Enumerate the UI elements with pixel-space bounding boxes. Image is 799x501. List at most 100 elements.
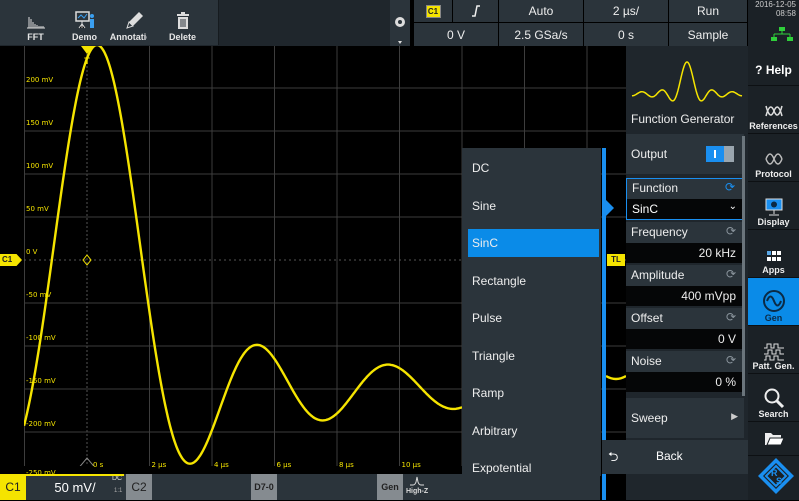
back-button[interactable]: ⮌ Back bbox=[602, 440, 748, 474]
protocol-icon bbox=[764, 153, 783, 165]
pencil-icon bbox=[125, 12, 143, 29]
trash-icon bbox=[176, 12, 189, 29]
function-select[interactable]: SinC ⌄ bbox=[627, 199, 743, 219]
apps-icon bbox=[766, 251, 781, 261]
search-icon bbox=[764, 388, 784, 409]
frequency-input[interactable]: 20 kHz bbox=[626, 243, 742, 263]
side-item-pattern-gen[interactable]: Patt. Gen. bbox=[748, 326, 799, 374]
chevron-down-icon: ⌄ bbox=[728, 201, 737, 212]
function-generator-panel: Function Generator Output Function ⟳ Sin… bbox=[602, 46, 748, 500]
x-axis-label: 8 µs bbox=[339, 461, 354, 469]
amplitude-row: Amplitude ⟳ bbox=[626, 265, 744, 287]
help-icon: ? bbox=[755, 63, 763, 77]
frequency-label: Frequency bbox=[631, 225, 688, 239]
channel-marker-c1[interactable]: C1 bbox=[0, 254, 22, 266]
run-state[interactable]: Run bbox=[669, 0, 747, 22]
amplitude-label: Amplitude bbox=[631, 268, 685, 282]
demo-icon bbox=[74, 11, 94, 29]
time-offset[interactable]: 0 s bbox=[584, 23, 668, 46]
delete-label: Delete bbox=[168, 32, 196, 42]
references-label: References bbox=[749, 121, 798, 131]
channel-bar: C1 50 mV/ DC 1:1 C2 D7-0 Gen High-Z bbox=[0, 474, 600, 500]
settings-button[interactable] bbox=[390, 0, 410, 46]
noise-label: Noise bbox=[631, 354, 662, 368]
dropdown-option-sinc[interactable]: SinC bbox=[468, 229, 599, 257]
c1-tab[interactable]: C1 bbox=[0, 474, 26, 500]
dropdown-option-sine[interactable]: Sine bbox=[468, 192, 599, 220]
date-time: 2016-12-05 08:58 bbox=[748, 0, 799, 46]
delete-button[interactable]: Delete bbox=[147, 0, 219, 45]
x-axis-label: 4 µs bbox=[214, 461, 229, 469]
dropdown-pointer-icon bbox=[606, 200, 614, 216]
status-header: C1 Auto 2 µs/ Run 0 V 2.5 GSa/s 0 s Samp… bbox=[414, 0, 747, 46]
side-item-references[interactable]: References bbox=[748, 86, 799, 134]
display-label: Display bbox=[757, 217, 790, 227]
sample-rate[interactable]: 2.5 GSa/s bbox=[499, 23, 583, 46]
panel-scrollbar[interactable] bbox=[742, 136, 745, 396]
dropdown-option-ramp[interactable]: Ramp bbox=[468, 379, 599, 407]
function-field[interactable]: Function ⟳ SinC ⌄ bbox=[626, 178, 744, 220]
output-toggle[interactable] bbox=[706, 146, 734, 162]
dropdown-option-triangle[interactable]: Triangle bbox=[468, 342, 599, 370]
sine-icon bbox=[762, 290, 785, 312]
gen-tab[interactable]: Gen bbox=[377, 474, 403, 500]
trigger-marker: T bbox=[84, 56, 90, 66]
reset-icon[interactable]: ⟳ bbox=[726, 267, 736, 281]
trigger-source[interactable]: C1 bbox=[414, 0, 452, 22]
sinc-mini-icon bbox=[410, 476, 424, 486]
noise-input[interactable]: 0 % bbox=[626, 372, 742, 392]
pattern-icon bbox=[763, 343, 784, 361]
acquisition-mode[interactable]: Sample bbox=[669, 23, 747, 46]
function-dropdown: DC Sine SinC Rectangle Pulse Triangle Ramp Arbi… bbox=[462, 148, 601, 476]
side-item-display[interactable]: Display bbox=[748, 182, 799, 230]
x-axis-label: 2 µs bbox=[151, 461, 167, 469]
y-axis-label: -200 mV bbox=[26, 420, 56, 428]
trigger-level[interactable]: 0 V bbox=[414, 23, 498, 46]
side-item-search[interactable]: Search bbox=[748, 374, 799, 422]
side-item-protocol[interactable]: Protocol bbox=[748, 134, 799, 182]
rs-logo[interactable]: RS bbox=[756, 456, 796, 496]
x-axis-label: 6 µs bbox=[276, 461, 292, 469]
time-scale[interactable]: 2 µs/ bbox=[584, 0, 668, 22]
side-item-help[interactable]: ? Help bbox=[748, 46, 799, 86]
display-icon bbox=[765, 198, 782, 216]
side-menu: ? Help References Protocol Display Apps … bbox=[748, 46, 799, 500]
protocol-label: Protocol bbox=[755, 169, 792, 179]
trigger-level-marker[interactable]: TL bbox=[607, 254, 625, 266]
side-item-files[interactable] bbox=[748, 422, 799, 456]
trigger-slope[interactable] bbox=[453, 0, 498, 22]
panel-title: Function Generator bbox=[631, 112, 735, 126]
y-axis-label: 200 mV bbox=[26, 76, 54, 84]
function-value: SinC bbox=[632, 202, 659, 216]
dropdown-option-dc[interactable]: DC bbox=[468, 154, 599, 182]
output-label: Output bbox=[631, 147, 668, 161]
dropdown-option-pulse[interactable]: Pulse bbox=[468, 304, 599, 332]
y-axis-label: -100 mV bbox=[26, 334, 56, 342]
reset-icon[interactable]: ⟳ bbox=[726, 310, 736, 324]
dropdown-option-arbitrary[interactable]: Arbitrary bbox=[468, 417, 599, 445]
reset-icon[interactable]: ⟳ bbox=[726, 353, 736, 367]
offset-row: Offset ⟳ bbox=[626, 308, 744, 330]
dropdown-option-rectangle[interactable]: Rectangle bbox=[468, 267, 599, 295]
sweep-button[interactable]: Sweep ▶ bbox=[626, 398, 744, 438]
c1-scale[interactable]: 50 mV/ bbox=[26, 474, 124, 500]
offset-label: Offset bbox=[631, 311, 663, 325]
amplitude-input[interactable]: 400 mVpp bbox=[626, 286, 742, 306]
digital-tab[interactable]: D7-0 bbox=[251, 474, 277, 500]
back-icon: ⮌ bbox=[608, 449, 619, 464]
reset-icon[interactable]: ⟳ bbox=[726, 224, 736, 238]
folder-icon bbox=[764, 432, 785, 445]
references-icon bbox=[764, 105, 783, 117]
reset-icon[interactable]: ⟳ bbox=[725, 180, 735, 194]
offset-input[interactable]: 0 V bbox=[626, 329, 742, 349]
gen-load-label: High-Z bbox=[406, 488, 429, 495]
demo-label: Demo bbox=[71, 32, 97, 42]
fft-icon bbox=[26, 17, 45, 29]
noise-row: Noise ⟳ bbox=[626, 351, 744, 373]
side-item-apps[interactable]: Apps bbox=[748, 230, 799, 278]
c2-tab[interactable]: C2 bbox=[126, 474, 152, 500]
side-item-gen[interactable]: Gen bbox=[748, 278, 799, 326]
gen-load[interactable]: High-Z bbox=[403, 474, 453, 500]
trigger-mode[interactable]: Auto bbox=[499, 0, 583, 22]
help-label: Help bbox=[765, 63, 792, 77]
